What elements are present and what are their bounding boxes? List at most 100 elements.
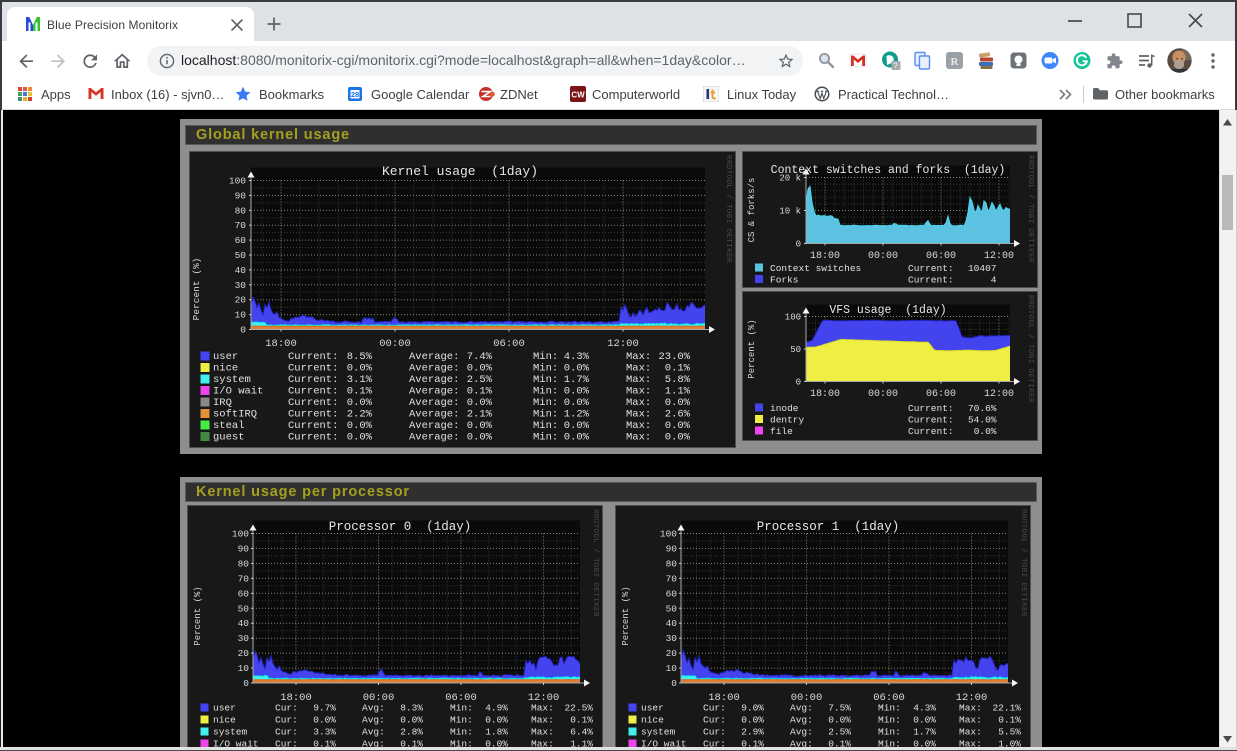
svg-text:0.0%: 0.0% bbox=[974, 426, 997, 437]
svg-text:Max:: Max: bbox=[626, 386, 651, 398]
svg-text:0: 0 bbox=[796, 378, 801, 388]
svg-text:Average:: Average: bbox=[409, 351, 459, 363]
svg-text:Cur:: Cur: bbox=[703, 739, 726, 748]
svg-text:Current:: Current: bbox=[288, 420, 338, 432]
svg-text:0.0%: 0.0% bbox=[665, 420, 691, 432]
svg-text:I/O wait: I/O wait bbox=[213, 739, 259, 748]
svg-text:100: 100 bbox=[229, 176, 246, 187]
svg-text:60: 60 bbox=[666, 588, 678, 599]
svg-text:100: 100 bbox=[660, 529, 677, 540]
svg-text:1.1%: 1.1% bbox=[665, 386, 691, 398]
svg-text:10: 10 bbox=[238, 663, 250, 674]
svg-text:Current:: Current: bbox=[288, 363, 338, 375]
svg-text:Max:: Max: bbox=[531, 715, 554, 726]
svg-text:user: user bbox=[213, 703, 236, 714]
svg-text:Max:: Max: bbox=[959, 727, 982, 738]
svg-text:2.8%: 2.8% bbox=[400, 727, 423, 738]
svg-text:Avg:: Avg: bbox=[790, 703, 813, 714]
svg-text:Avg:: Avg: bbox=[790, 739, 813, 748]
svg-text:Max:: Max: bbox=[531, 703, 554, 714]
svg-text:20: 20 bbox=[238, 648, 250, 659]
svg-text:60: 60 bbox=[238, 588, 250, 599]
svg-text:system: system bbox=[213, 374, 251, 386]
svg-text:Max:: Max: bbox=[959, 715, 982, 726]
svg-text:12:00: 12:00 bbox=[984, 389, 1014, 400]
svg-text:dentry: dentry bbox=[770, 415, 805, 426]
svg-text:6.4%: 6.4% bbox=[570, 727, 593, 738]
svg-text:Avg:: Avg: bbox=[362, 703, 385, 714]
svg-text:0.1%: 0.1% bbox=[347, 386, 373, 398]
svg-text:system: system bbox=[641, 727, 676, 738]
svg-text:Min:: Min: bbox=[450, 703, 473, 714]
svg-text:22.1%: 22.1% bbox=[992, 703, 1021, 714]
svg-text:Min:: Min: bbox=[878, 739, 901, 748]
svg-text:Percent (%): Percent (%) bbox=[193, 586, 203, 645]
svg-text:60: 60 bbox=[235, 235, 247, 246]
svg-text:0.0%: 0.0% bbox=[485, 715, 508, 726]
svg-text:70: 70 bbox=[666, 573, 678, 584]
svg-text:Forks: Forks bbox=[770, 275, 799, 286]
svg-text:1.0%: 1.0% bbox=[998, 739, 1021, 748]
svg-text:Min:: Min: bbox=[450, 715, 473, 726]
svg-text:Cur:: Cur: bbox=[703, 727, 726, 738]
svg-text:nice: nice bbox=[641, 715, 664, 726]
svg-text:4.3%: 4.3% bbox=[913, 703, 936, 714]
svg-text:9.7%: 9.7% bbox=[313, 703, 336, 714]
svg-text:0.0%: 0.0% bbox=[741, 715, 764, 726]
svg-text:CS & forks/s: CS & forks/s bbox=[747, 178, 757, 243]
svg-text:20: 20 bbox=[666, 648, 678, 659]
svg-text:RRDTOOL / TOBI OETIKER: RRDTOOL / TOBI OETIKER bbox=[1019, 509, 1027, 617]
svg-text:0.0%: 0.0% bbox=[467, 363, 493, 375]
svg-text:40: 40 bbox=[666, 618, 678, 629]
svg-text:Cur:: Cur: bbox=[703, 715, 726, 726]
svg-text:0.0%: 0.0% bbox=[400, 715, 423, 726]
svg-text:0.1%: 0.1% bbox=[400, 739, 423, 748]
svg-text:12:00: 12:00 bbox=[984, 251, 1014, 262]
svg-text:?: ? bbox=[893, 61, 898, 70]
svg-text:Current:: Current: bbox=[288, 374, 338, 386]
svg-text:0.1%: 0.1% bbox=[467, 386, 493, 398]
svg-text:0.0%: 0.0% bbox=[347, 363, 373, 375]
svg-text:1.1%: 1.1% bbox=[570, 739, 593, 748]
svg-text:06:00: 06:00 bbox=[926, 389, 956, 400]
svg-text:Cur:: Cur: bbox=[275, 727, 298, 738]
svg-text:Average:: Average: bbox=[409, 397, 459, 409]
svg-text:100: 100 bbox=[232, 529, 249, 540]
svg-text:Cur:: Cur: bbox=[703, 703, 726, 714]
svg-text:0.0%: 0.0% bbox=[564, 363, 590, 375]
svg-text:Max:: Max: bbox=[626, 409, 651, 421]
svg-text:0.0%: 0.0% bbox=[347, 397, 373, 409]
svg-text:inode: inode bbox=[770, 403, 799, 414]
svg-text:file: file bbox=[770, 426, 793, 437]
svg-text:0.0%: 0.0% bbox=[485, 739, 508, 748]
svg-text:0.0%: 0.0% bbox=[828, 715, 851, 726]
svg-text:RRDTOOL / TOBI OETIKER: RRDTOOL / TOBI OETIKER bbox=[591, 509, 599, 617]
svg-text:Min:: Min: bbox=[533, 363, 558, 375]
svg-text:Min:: Min: bbox=[533, 409, 558, 421]
svg-text:1.7%: 1.7% bbox=[913, 727, 936, 738]
svg-text:Max:: Max: bbox=[959, 703, 982, 714]
svg-text:0.1%: 0.1% bbox=[828, 739, 851, 748]
svg-text:Max:: Max: bbox=[626, 432, 651, 444]
svg-text:18:00: 18:00 bbox=[810, 251, 840, 262]
svg-text:7.4%: 7.4% bbox=[467, 351, 493, 363]
svg-text:0: 0 bbox=[243, 678, 249, 689]
svg-text:20: 20 bbox=[235, 295, 247, 306]
svg-text:Current:: Current: bbox=[288, 409, 338, 421]
svg-text:22.5%: 22.5% bbox=[564, 703, 593, 714]
svg-text:IRQ: IRQ bbox=[213, 397, 232, 409]
svg-text:50: 50 bbox=[235, 250, 247, 261]
svg-text:Percent (%): Percent (%) bbox=[191, 258, 202, 321]
svg-text:R: R bbox=[951, 56, 960, 68]
svg-text:00:00: 00:00 bbox=[379, 338, 411, 350]
svg-text:40: 40 bbox=[238, 618, 250, 629]
svg-text:Context switches: Context switches bbox=[770, 263, 861, 274]
svg-text:Cur:: Cur: bbox=[275, 703, 298, 714]
svg-text:Max:: Max: bbox=[626, 351, 651, 363]
svg-text:Percent (%): Percent (%) bbox=[747, 319, 757, 378]
svg-text:70.6%: 70.6% bbox=[968, 403, 997, 414]
svg-text:Percent (%): Percent (%) bbox=[621, 586, 631, 645]
svg-text:5.8%: 5.8% bbox=[665, 374, 691, 386]
svg-text:guest: guest bbox=[213, 432, 245, 444]
svg-text:80: 80 bbox=[666, 558, 678, 569]
